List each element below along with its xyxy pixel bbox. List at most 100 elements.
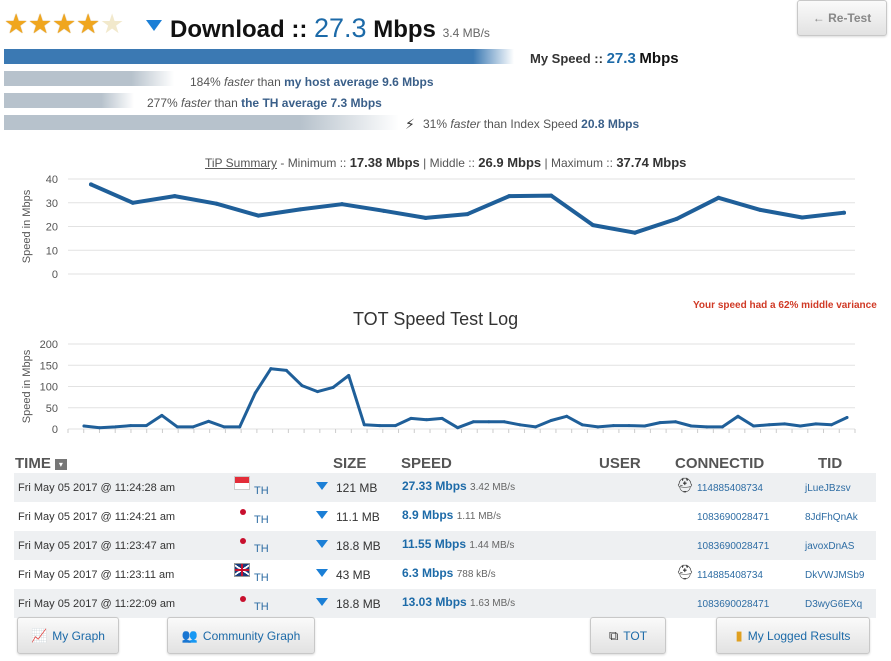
col-tid: TID [818,455,843,472]
data-point [705,425,709,429]
y-tick-label: 40 [46,174,58,186]
row-country: TH [254,543,269,555]
y-tick-label: 10 [46,245,58,257]
data-point [130,200,135,205]
y-tick-label: 20 [46,222,58,234]
data-point [596,425,600,429]
speed-series-line [89,182,846,235]
tot-button[interactable]: ⧉ TOT [590,617,666,654]
data-point [456,426,460,430]
row-time: Fri May 05 2017 @ 11:23:47 am [18,540,176,552]
data-point [144,424,148,428]
data-point [767,423,771,427]
y-axis-label: Speed in Mbps [21,189,33,263]
download-arrow-icon [316,598,328,606]
y-tick-label: 30 [46,198,58,210]
my-speed-unit: Mbps [639,50,679,67]
data-point [331,385,335,389]
logged-results-button[interactable]: ▮ My Logged Results [716,617,870,654]
data-point [256,213,261,218]
data-point [269,367,273,371]
data-point [658,421,662,425]
star-filled-icon: ★ [28,9,53,39]
data-point [253,391,257,395]
row-tid[interactable]: 8JdFhQnAk [805,512,858,523]
star-filled-icon: ★ [4,9,29,39]
th-average-comparison: 277% faster than the TH average 7.3 Mbps [147,96,382,110]
data-point [611,424,615,428]
retest-button[interactable]: ← Re-Test [797,0,887,36]
table-row: Fri May 05 2017 @ 11:23:47 am TH 18.8 MB 11… [14,531,876,560]
data-point [172,194,177,199]
location-dot-icon [240,509,246,515]
row-size: 43 MB [336,568,371,582]
download-arrow-icon [316,511,328,519]
col-time[interactable]: TIME ▾ [15,455,67,472]
data-point [113,425,117,429]
row-connectid[interactable]: 1083690028471 [697,512,769,523]
data-point [549,193,554,198]
data-point [591,223,595,228]
y-axis-label: Speed in Mbps [21,349,33,423]
download-arrow-icon [146,20,162,31]
data-point [160,413,164,417]
data-point [752,424,756,428]
tip-summary: TiP Summary - Minimum :: 17.38 Mbps | Mi… [205,155,687,170]
row-size: 18.8 MB [336,539,381,553]
data-point [627,424,631,428]
external-link-icon: ⧉ [608,627,619,643]
row-connectid[interactable]: 1083690028471 [697,541,769,552]
data-point [98,426,102,430]
host-average-comparison: 184% faster than my host average 9.6 Mbp… [190,75,434,89]
data-point [423,215,428,220]
data-point [316,390,320,394]
row-connectid[interactable]: 1083690028471 [697,599,769,610]
row-size: 11.1 MB [336,510,380,524]
data-point [214,201,219,206]
table-row: Fri May 05 2017 @ 11:22:09 am TH 18.8 MB 13… [14,589,876,618]
row-speed: 8.9 Mbps 1.11 MB/s [402,508,501,522]
row-country: TH [254,514,269,526]
row-time: Fri May 05 2017 @ 11:23:11 am [18,569,175,581]
index-speed-bar [4,115,399,130]
location-dot-icon [240,596,246,602]
tip-summary-link[interactable]: TiP Summary [205,156,277,170]
data-point [507,194,512,199]
sort-icon[interactable]: ▾ [54,458,67,470]
data-point [674,216,679,221]
my-graph-button[interactable]: 📈 My Graph [17,617,119,654]
download-title: Download :: 27.3 Mbps 3.4 MB/s [170,13,490,44]
flag-icon [234,563,250,577]
speed-log-chart: 0 50 100 150 200 Speed in Mbps [21,339,856,436]
data-point [300,384,304,388]
row-tid[interactable]: DkVWJMSb9 [805,570,864,581]
community-graph-button[interactable]: 👥 Community Graph [167,617,315,654]
y-tick-label: 50 [46,403,58,415]
th-average-link[interactable]: the TH average 7.3 Mbps [241,96,382,110]
row-tid[interactable]: javoxDnAS [805,541,854,552]
col-user: USER [599,455,641,472]
row-country: TH [254,485,269,497]
data-point [238,425,242,429]
table-row: Fri May 05 2017 @ 11:24:28 am TH 121 MB 27.… [14,473,876,502]
y-tick-label: 0 [52,424,58,436]
user-icon: ⛑ [676,477,694,493]
data-point [89,182,93,187]
th-average-bar [4,93,134,108]
host-average-link[interactable]: my host average 9.6 Mbps [284,75,433,89]
data-point [565,414,569,418]
star-empty-icon: ★ [100,9,125,39]
data-point [191,425,195,429]
download-speed-value: 27.3 [313,13,367,43]
download-arrow-icon [316,569,328,577]
data-point [518,423,522,427]
row-connectid[interactable]: 114885408734 [697,570,763,581]
variance-note: Your speed had a 62% middle variance [693,300,877,311]
row-connectid[interactable]: 114885408734 [697,483,763,494]
row-tid[interactable]: D3wyG6EXq [805,599,862,610]
row-tid[interactable]: jLueJBzsv [805,483,851,494]
data-point [842,210,846,215]
row-size: 121 MB [336,481,378,495]
row-size: 18.8 MB [336,597,381,611]
data-point [440,416,444,420]
